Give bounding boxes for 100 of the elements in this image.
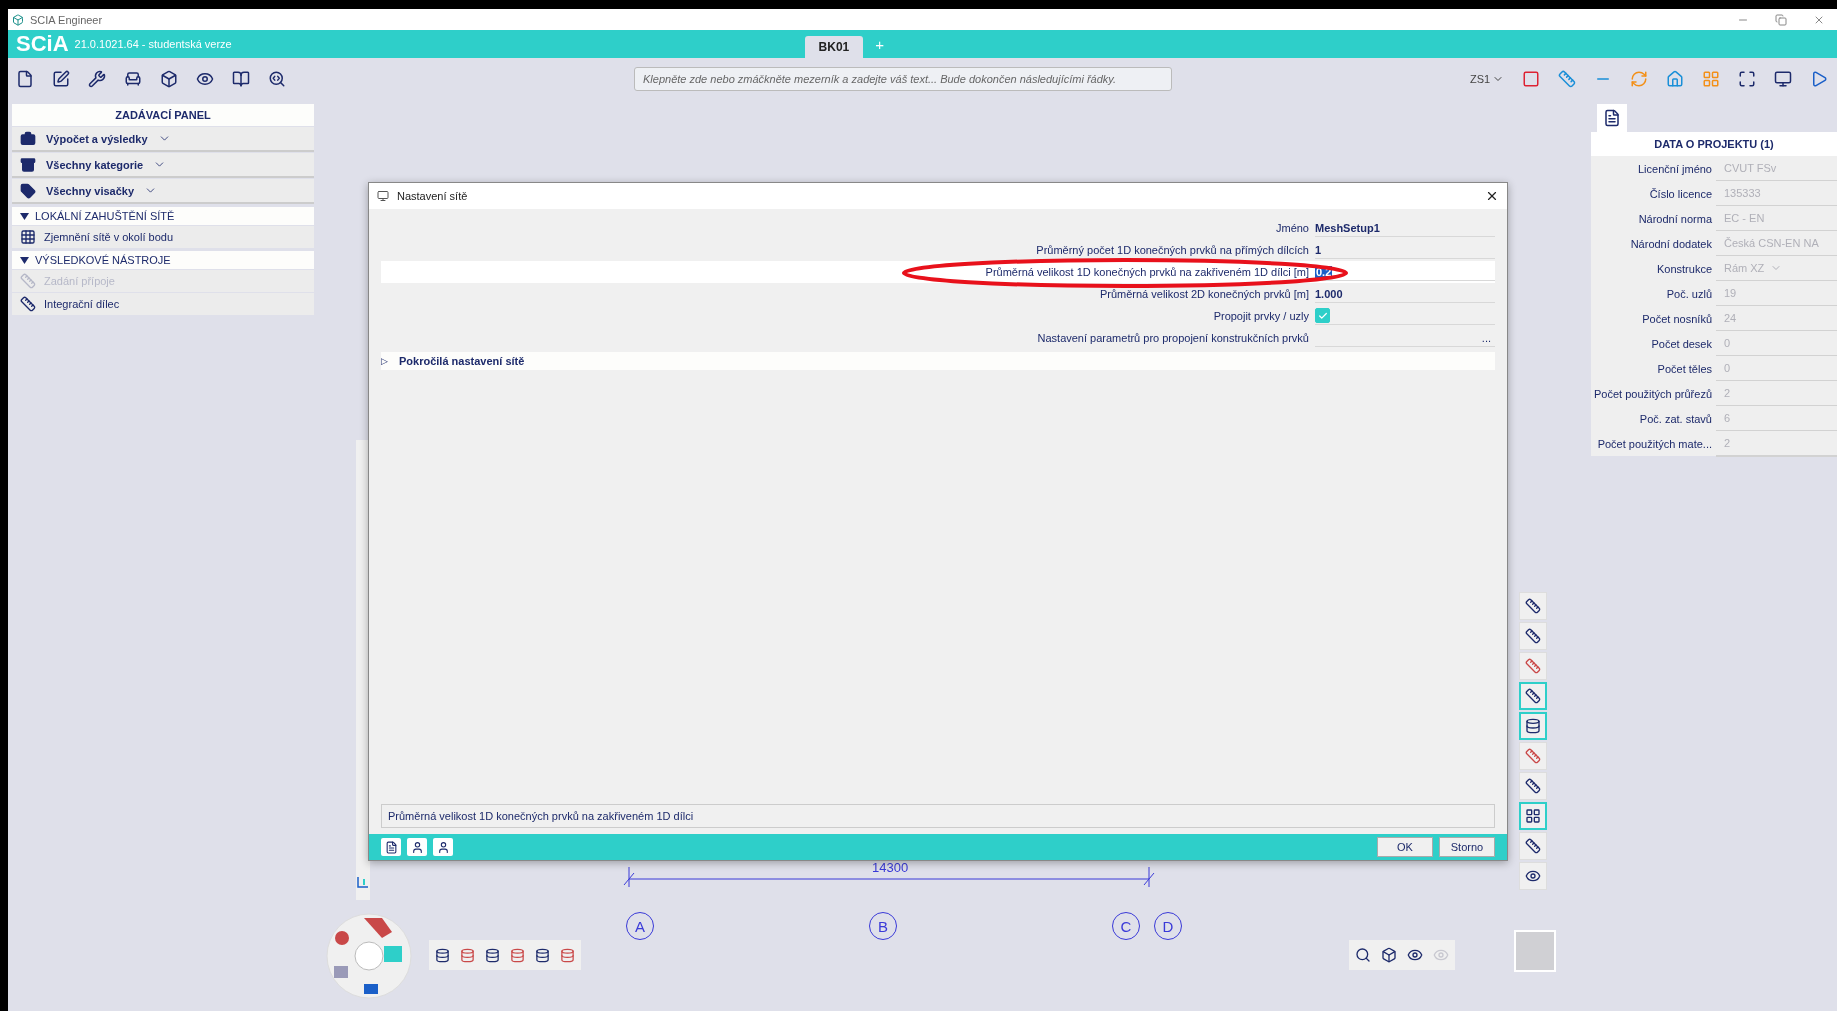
search-icon[interactable] bbox=[1355, 947, 1371, 963]
filter-dropdown[interactable]: Výpočet a výsledky bbox=[12, 127, 314, 152]
property-label: Poč. uzlů bbox=[1665, 288, 1713, 300]
ruler-icon bbox=[20, 296, 36, 312]
eye-icon[interactable] bbox=[1407, 947, 1423, 963]
cancel-button[interactable]: Storno bbox=[1439, 837, 1495, 857]
grid-icon bbox=[1525, 808, 1541, 824]
more-button[interactable]: ... bbox=[1477, 331, 1495, 344]
play-icon[interactable] bbox=[1810, 70, 1829, 88]
checkbox[interactable] bbox=[1315, 308, 1330, 323]
window-title: SCIA Engineer bbox=[30, 13, 104, 26]
command-field[interactable]: Klepněte zde nebo zmáčkněte mezerník a zadejte váš text... Bude dokončen následujícími řádky. bbox=[634, 67, 1172, 91]
property-label: Nastavení parametrů pro propojení konstrukčních prvků bbox=[1036, 332, 1309, 344]
ruler-icon bbox=[1525, 658, 1541, 674]
side-tool-button[interactable] bbox=[1519, 802, 1547, 830]
tag-icon bbox=[20, 182, 36, 199]
property-row[interactable]: Propojit prvky / uzly bbox=[381, 305, 1495, 327]
side-tool-button[interactable] bbox=[1519, 832, 1547, 860]
cube-icon[interactable] bbox=[160, 70, 178, 88]
property-label: Národní dodatek bbox=[1629, 238, 1713, 250]
side-tool-button[interactable] bbox=[1519, 772, 1547, 800]
section-header[interactable]: LOKÁLNÍ ZAHUŠTĚNÍ SÍTĚ bbox=[12, 207, 314, 225]
side-tool-button[interactable] bbox=[1519, 622, 1547, 650]
document-icon bbox=[1603, 109, 1621, 127]
document-icon bbox=[384, 840, 398, 854]
property-value[interactable]: MeshSetup1 bbox=[1315, 219, 1495, 237]
cube-icon[interactable] bbox=[1381, 947, 1397, 963]
ruler-icon bbox=[20, 273, 36, 289]
property-label: Průměrný počet 1D konečných prvků na přímých dílcích bbox=[1035, 244, 1309, 256]
property-label: Počet těles bbox=[1656, 363, 1713, 375]
dimension-label: 14300 bbox=[872, 861, 909, 874]
panel-item[interactable]: Integrační dílec bbox=[12, 293, 314, 315]
eye-icon[interactable] bbox=[196, 70, 214, 88]
project-data-tab[interactable] bbox=[1597, 104, 1627, 132]
close-icon[interactable] bbox=[1485, 189, 1499, 203]
expand-toggle[interactable]: ▷ bbox=[381, 356, 391, 366]
filter-dropdown[interactable]: Všechny kategorie bbox=[12, 153, 314, 178]
dialog-icon bbox=[377, 190, 389, 202]
description-text: Průměrná velikost 1D konečných prvků na zakřiveném 1D dílci bbox=[381, 804, 1495, 828]
chair-icon[interactable] bbox=[124, 70, 142, 88]
property-value: 2 bbox=[1716, 431, 1837, 457]
property-row[interactable]: Jméno MeshSetup1 bbox=[381, 217, 1495, 239]
user-button[interactable] bbox=[433, 838, 453, 856]
property-label: Počet desek bbox=[1650, 338, 1713, 350]
grid-icon bbox=[20, 229, 36, 245]
side-tool-button[interactable] bbox=[1519, 862, 1547, 890]
side-tool-button[interactable] bbox=[1519, 682, 1547, 710]
stack-icon[interactable] bbox=[435, 947, 450, 963]
side-tool-button[interactable] bbox=[1519, 592, 1547, 620]
property-label: Poč. zat. stavů bbox=[1638, 413, 1713, 425]
book-icon[interactable] bbox=[232, 70, 250, 88]
app-icon bbox=[12, 13, 24, 26]
view-selector[interactable]: ZS1 bbox=[1470, 73, 1505, 85]
stack-icon[interactable] bbox=[535, 947, 550, 963]
ruler-icon bbox=[1525, 748, 1541, 764]
ruler-icon[interactable] bbox=[1558, 70, 1577, 88]
property-row[interactable]: Průměrná velikost 2D konečných prvků [m] 1.000 bbox=[381, 283, 1495, 305]
property-value[interactable]: 1 bbox=[1315, 241, 1495, 259]
ok-button[interactable]: OK bbox=[1377, 837, 1433, 857]
property-label: Průměrná velikost 2D konečných prvků [m] bbox=[1098, 288, 1309, 300]
square-icon[interactable] bbox=[1522, 70, 1541, 88]
panel-item[interactable]: Zjemnění sítě v okolí bodu bbox=[12, 226, 314, 248]
ruler-icon bbox=[1525, 838, 1541, 854]
dialog-title: Nastavení sítě bbox=[397, 190, 469, 202]
document-button[interactable] bbox=[381, 838, 401, 856]
property-value[interactable]: 1.000 bbox=[1315, 285, 1495, 303]
advanced-section-header[interactable]: ▷ Pokročilá nastavení sítě bbox=[381, 352, 1495, 370]
document-tab[interactable]: BK01 bbox=[804, 36, 864, 58]
property-label: Jméno bbox=[1274, 222, 1309, 234]
axis-tool-icon[interactable] bbox=[356, 875, 370, 889]
maximize-icon[interactable] bbox=[1738, 70, 1757, 88]
stack-icon bbox=[1525, 718, 1541, 734]
user-icon bbox=[436, 840, 450, 854]
side-tool-button[interactable] bbox=[1519, 712, 1547, 740]
wrench-icon[interactable] bbox=[88, 70, 106, 88]
cabinet-icon bbox=[20, 156, 36, 173]
filter-dropdown[interactable]: Všechny visačky bbox=[12, 179, 314, 204]
stack-icon[interactable] bbox=[485, 947, 500, 963]
version-label: 21.0.1021.64 - studentská verze bbox=[74, 38, 233, 50]
user-button[interactable] bbox=[407, 838, 427, 856]
property-label: Konstrukce bbox=[1655, 263, 1713, 275]
check-icon bbox=[1317, 310, 1328, 321]
property-row[interactable]: Nastavení parametrů pro propojení konstrukčních prvků ... bbox=[381, 327, 1495, 349]
property-row[interactable]: Průměrný počet 1D konečných prvků na přímých dílcích 1 bbox=[381, 239, 1495, 261]
eye-icon bbox=[1525, 868, 1541, 884]
property-label: Průměrná velikost 1D konečných prvků na zakřiveném 1D dílci [m] bbox=[984, 266, 1309, 278]
briefcase-icon bbox=[20, 130, 36, 147]
house-icon[interactable] bbox=[1666, 70, 1685, 88]
ruler-icon bbox=[1525, 778, 1541, 794]
property-label: Číslo licence bbox=[1648, 188, 1713, 200]
property-label: Licenční jméno bbox=[1637, 163, 1713, 175]
new-file-icon[interactable] bbox=[16, 70, 34, 88]
panel-title: ZADÁVACÍ PANEL bbox=[12, 104, 314, 126]
property-label: Propojit prvky / uzly bbox=[1212, 310, 1309, 322]
monitor-icon[interactable] bbox=[1774, 70, 1793, 88]
section-header[interactable]: VÝSLEDKOVÉ NÁSTROJE bbox=[12, 251, 314, 269]
panel-title: DATA O PROJEKTU (1) bbox=[1591, 132, 1837, 156]
ruler-icon bbox=[1525, 598, 1541, 614]
search-icon[interactable] bbox=[268, 70, 286, 88]
edit-icon[interactable] bbox=[52, 70, 70, 88]
